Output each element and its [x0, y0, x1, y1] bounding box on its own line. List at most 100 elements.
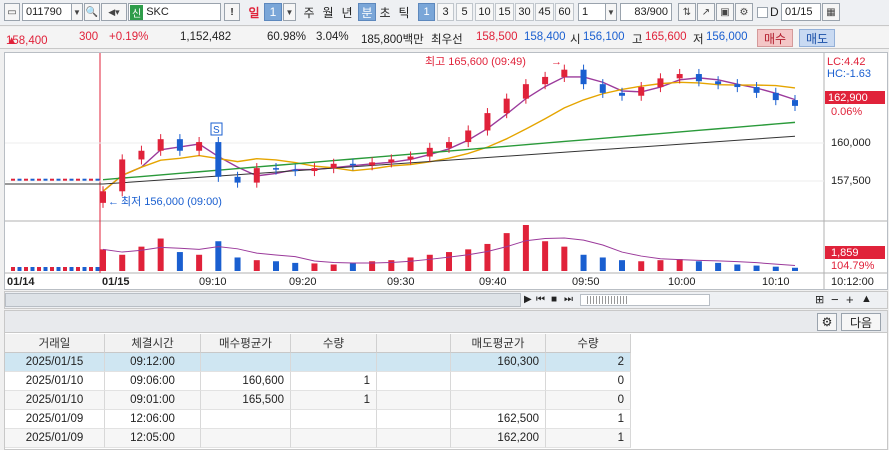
volume-bar — [215, 241, 222, 271]
stock-code-input[interactable]: 011790 — [22, 3, 72, 21]
zoom-out[interactable]: − — [831, 292, 839, 307]
slider-thumb[interactable] — [587, 296, 627, 304]
zoom-in[interactable]: + — [846, 292, 854, 307]
interval-5[interactable]: 5 — [456, 3, 473, 21]
current-pct: 0.06% — [831, 106, 862, 118]
pre-candle — [56, 178, 61, 181]
chart-type-icon[interactable]: ▭ — [4, 3, 20, 21]
xtick-0940: 09:40 — [479, 276, 507, 288]
volume-bar — [273, 261, 279, 271]
volume-bar — [484, 243, 491, 271]
stock-name-field[interactable]: 신 SKC — [128, 3, 221, 21]
toolbar: ▭ 011790 ▼ 🔍 ◀▾ 신 SKC ! 일 1 ▼ 주 월 년 분 초 … — [0, 0, 889, 26]
last-icon[interactable]: ⏭ — [564, 294, 573, 305]
interval-60[interactable]: 60 — [555, 3, 574, 21]
best-label: 최우선 — [431, 34, 463, 46]
code-dropdown-icon[interactable]: ▼ — [71, 3, 83, 21]
table-settings-icon[interactable]: ⚙ — [817, 313, 837, 331]
volume-bar — [522, 225, 529, 271]
ytick-157500: 157,500 — [831, 175, 871, 187]
calendar-icon[interactable]: ▦ — [822, 3, 840, 21]
d-checkbox[interactable] — [757, 7, 768, 18]
table-cell — [201, 353, 291, 372]
period-slider[interactable] — [580, 294, 710, 306]
candle-body — [542, 76, 549, 85]
volume-bar — [503, 233, 510, 271]
period-week[interactable]: 주 — [300, 3, 318, 21]
gear-icon[interactable]: ⚙ — [735, 3, 753, 21]
low-value: 156,000 — [706, 31, 748, 43]
first-icon[interactable]: ⏮ — [536, 294, 545, 305]
interval-30[interactable]: 30 — [515, 3, 534, 21]
period-tick[interactable]: 틱 — [395, 3, 413, 21]
volume-bar — [772, 266, 779, 271]
pre-candle — [95, 178, 100, 181]
pre-volume-bar — [11, 267, 15, 271]
sell-button[interactable]: 매도 — [799, 29, 835, 47]
chart-scrollbar[interactable] — [5, 293, 521, 307]
hc-label: HC:-1.63 — [827, 68, 871, 80]
candle-body — [772, 92, 779, 101]
count-input[interactable]: 83/900 — [620, 3, 672, 21]
volume-bar — [465, 249, 472, 271]
interval-10[interactable]: 10 — [475, 3, 494, 21]
unit-input[interactable]: 1 — [578, 3, 606, 21]
volume-bar — [426, 254, 433, 271]
period-num[interactable]: 1 — [264, 3, 282, 21]
price-chart-svg[interactable]: 최고 165,600 (09:49) → ← 최저 156,000 (09:00… — [5, 53, 887, 289]
volume-bar — [676, 259, 683, 271]
date-input[interactable]: 01/15 — [781, 3, 821, 21]
quote-vol-ratio: 60.98% — [267, 31, 307, 43]
table-cell: 0 — [546, 372, 631, 391]
table-cell — [201, 410, 291, 429]
interval-15[interactable]: 15 — [495, 3, 514, 21]
candle-body — [676, 74, 683, 79]
period-minute[interactable]: 분 — [358, 3, 376, 21]
table-cell — [377, 391, 451, 410]
stop-icon[interactable]: ■ — [551, 294, 557, 305]
header-sell-qty[interactable]: 수량 — [546, 334, 631, 353]
next-button[interactable]: 다음 — [841, 313, 881, 331]
search-icon[interactable]: 🔍 — [84, 3, 100, 21]
interval-45[interactable]: 45 — [535, 3, 554, 21]
candle-body — [446, 142, 452, 148]
buy-button[interactable]: 매수 — [757, 29, 793, 47]
play-icon[interactable]: ▶ — [524, 294, 532, 305]
header-buy-avg[interactable]: 매수평균가 — [201, 334, 291, 353]
layout-toggle-icon[interactable]: ▲ — [861, 293, 872, 305]
table-cell — [201, 429, 291, 448]
header-time[interactable]: 체결시간 — [105, 334, 201, 353]
line-tool-icon[interactable]: ↗ — [697, 3, 715, 21]
interval-3[interactable]: 3 — [437, 3, 454, 21]
header-buy-qty[interactable]: 수량 — [291, 334, 377, 353]
period-year[interactable]: 년 — [338, 3, 356, 21]
xtick-0930: 09:30 — [387, 276, 415, 288]
period-second[interactable]: 초 — [376, 3, 394, 21]
signal-label: S — [213, 125, 220, 136]
period-dropdown-icon[interactable]: ▼ — [283, 3, 296, 21]
interval-1[interactable]: 1 — [418, 3, 435, 21]
low-arrow-icon: ← — [108, 196, 119, 208]
grid-icon[interactable]: ⊞ — [815, 293, 824, 306]
candle-body — [561, 69, 568, 77]
candle-body — [484, 113, 491, 131]
period-day[interactable]: 일 — [244, 3, 264, 21]
speaker-icon[interactable]: ◀▾ — [101, 3, 127, 21]
xtick-0920: 09:20 — [289, 276, 317, 288]
pre-volume-bar — [69, 267, 74, 271]
period-month[interactable]: 월 — [319, 3, 337, 21]
price-chart-panel[interactable]: 최고 165,600 (09:49) → ← 최저 156,000 (09:00… — [4, 52, 888, 290]
stock-name: SKC — [146, 6, 169, 18]
header-sell-avg[interactable]: 매도평균가 — [451, 334, 546, 353]
pre-candle — [69, 178, 74, 181]
header-date[interactable]: 거래일 — [5, 334, 105, 353]
volume-current: 1,859 — [831, 247, 859, 259]
candle-body — [407, 156, 414, 160]
header-blank — [377, 334, 451, 353]
candle-body — [503, 98, 510, 114]
table-cell: 2025/01/15 — [5, 353, 105, 372]
alert-button[interactable]: ! — [224, 3, 240, 21]
unit-dropdown-icon[interactable]: ▼ — [605, 3, 617, 21]
save-icon[interactable]: ▣ — [716, 3, 734, 21]
candle-settings-icon[interactable]: ⇅ — [678, 3, 696, 21]
